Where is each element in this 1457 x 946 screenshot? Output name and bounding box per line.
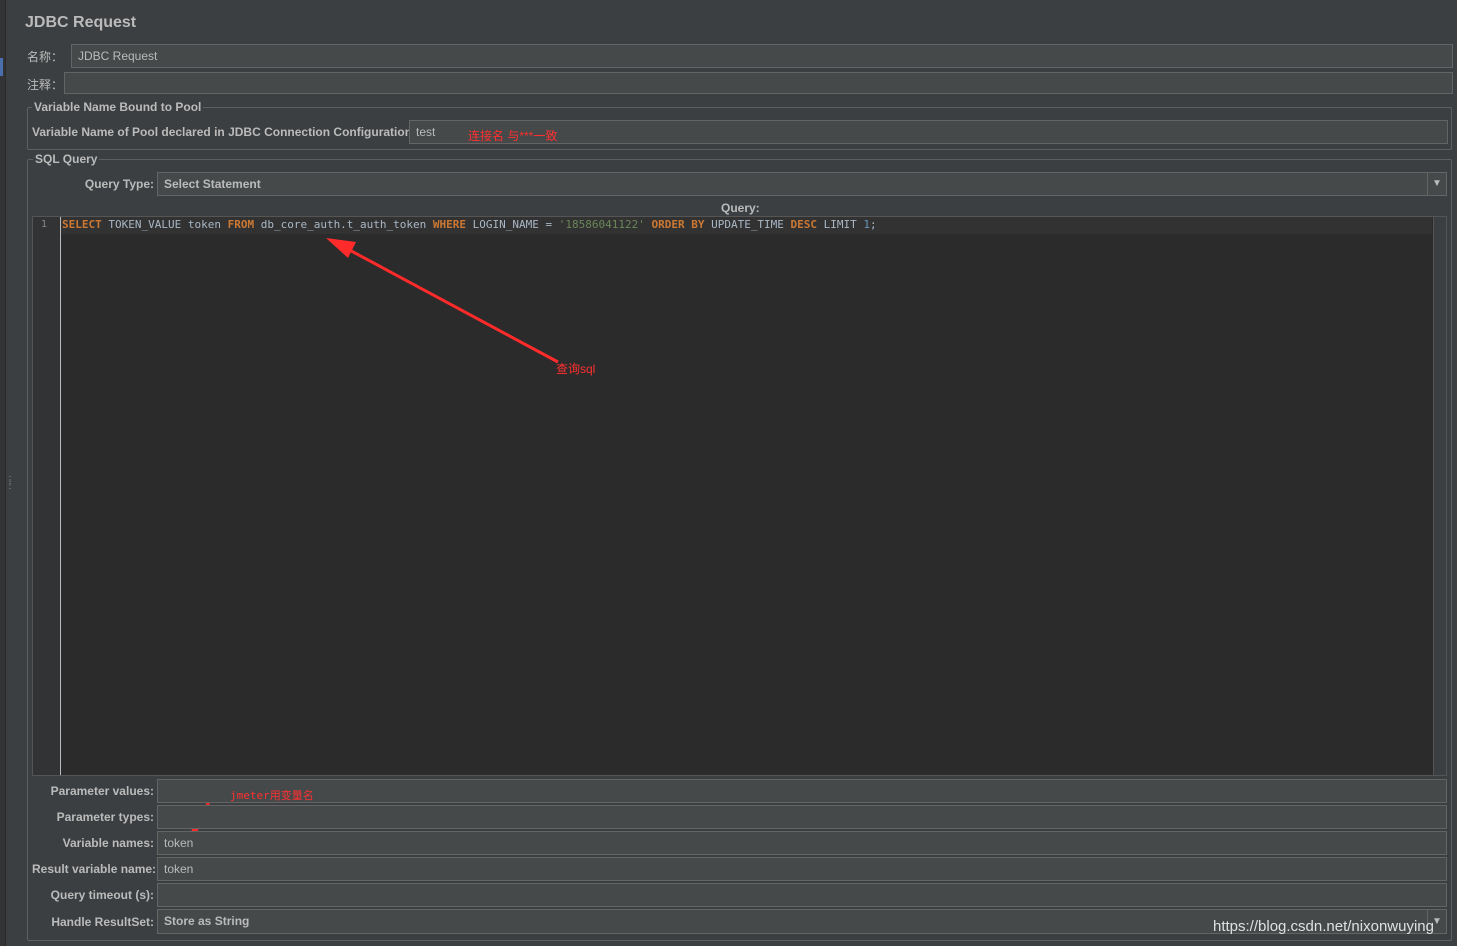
- pool-group-title: Variable Name Bound to Pool: [32, 100, 204, 114]
- result-variable-input[interactable]: token: [157, 857, 1447, 881]
- query-type-select[interactable]: Select Statement: [157, 172, 1447, 196]
- splitter-handle[interactable]: ⋮ ⋮: [5, 476, 15, 494]
- variable-names-label: Variable names:: [62, 836, 154, 850]
- sql-keyword: WHERE: [432, 218, 467, 231]
- parameter-types-input[interactable]: [157, 805, 1447, 829]
- left-tree-edge: [0, 0, 6, 946]
- result-variable-label: Result variable name:: [32, 862, 157, 876]
- sql-text: TOKEN_VALUE token: [101, 218, 228, 231]
- sql-keyword: FROM: [227, 218, 255, 231]
- sql-keyword: DESC: [790, 218, 818, 231]
- query-timeout-input[interactable]: [157, 883, 1447, 907]
- comments-input[interactable]: [64, 72, 1453, 94]
- query-timeout-label: Query timeout (s):: [50, 888, 154, 902]
- sql-text: db_core_auth.t_auth_token: [254, 218, 433, 231]
- sql-editor[interactable]: [32, 216, 1447, 776]
- pool-name-input[interactable]: test: [409, 120, 1448, 144]
- query-label: Query:: [721, 201, 760, 215]
- handle-resultset-value: Store as String: [164, 914, 250, 928]
- chevron-down-icon[interactable]: ▼: [1427, 173, 1446, 195]
- sql-keyword: ORDER BY: [651, 218, 705, 231]
- sql-keyword: SELECT: [62, 218, 102, 231]
- sql-text: ;: [870, 218, 877, 231]
- selection-marker: [0, 58, 3, 76]
- query-type-value: Select Statement: [164, 177, 261, 191]
- variable-annotation: jmeter用变量名: [230, 789, 314, 802]
- sql-query-text[interactable]: SELECT TOKEN_VALUE token FROM db_core_au…: [62, 218, 877, 231]
- name-label: 名称：: [27, 50, 64, 64]
- variable-names-input[interactable]: token: [157, 831, 1447, 855]
- parameter-values-input[interactable]: [157, 779, 1447, 803]
- sql-text: LOGIN_NAME =: [466, 218, 559, 231]
- line-gutter: [33, 217, 61, 775]
- parameter-types-label: Parameter types:: [56, 810, 154, 824]
- query-type-label: Query Type:: [84, 177, 154, 191]
- sql-text: LIMIT: [817, 218, 864, 231]
- parameter-values-label: Parameter values:: [50, 784, 154, 798]
- pool-annotation: 连接名 与***一致: [468, 129, 558, 143]
- handle-resultset-label: Handle ResultSet:: [51, 915, 154, 929]
- page-title: JDBC Request: [25, 14, 137, 31]
- line-number: 1: [40, 219, 47, 230]
- query-annotation: 查询sql: [556, 362, 596, 376]
- sql-string: '18586041122': [558, 218, 645, 231]
- comments-label: 注释：: [27, 78, 64, 92]
- sql-text: UPDATE_TIME: [704, 218, 791, 231]
- watermark: https://blog.csdn.net/nixonwuying: [1213, 918, 1434, 935]
- pool-name-label: Variable Name of Pool declared in JDBC C…: [32, 125, 417, 139]
- name-input[interactable]: JDBC Request: [71, 44, 1453, 68]
- editor-scrollbar[interactable]: [1433, 217, 1446, 775]
- sql-group-title: SQL Query: [33, 152, 100, 166]
